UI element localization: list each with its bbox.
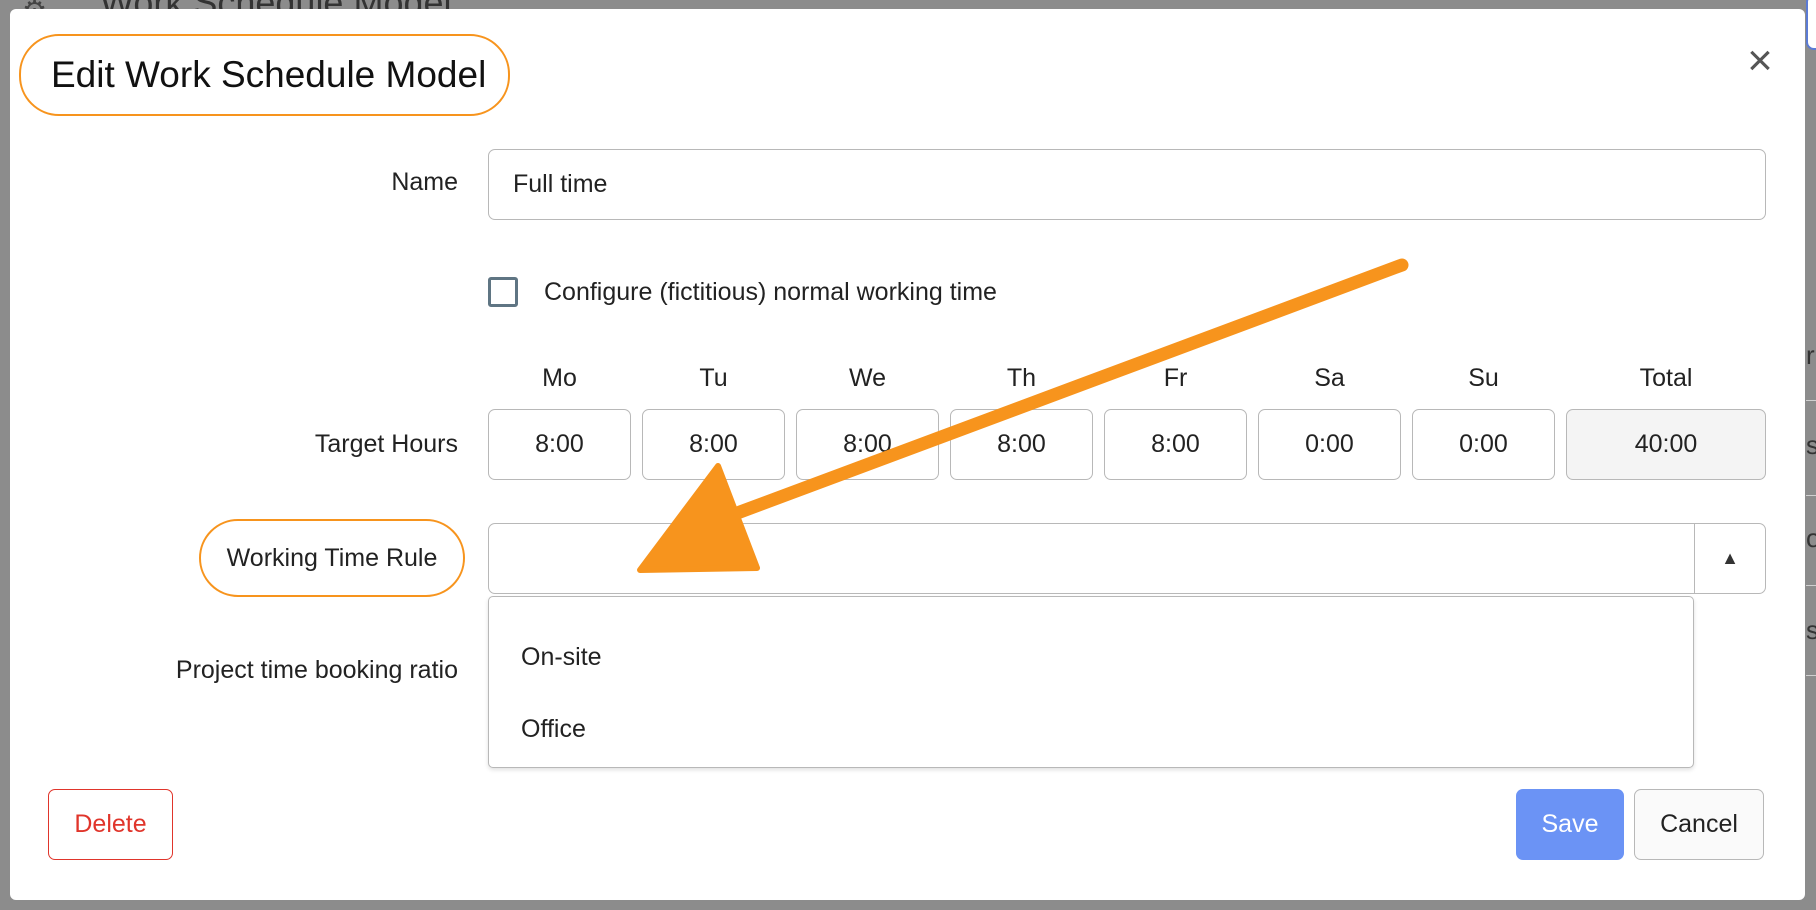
background-button-edge	[1806, 0, 1816, 50]
name-field[interactable]: Full time	[488, 149, 1766, 220]
title-highlight: Edit Work Schedule Model	[19, 34, 511, 116]
hours-total: 40:00	[1566, 409, 1766, 480]
day-header-tu: Tu	[699, 364, 728, 392]
working-time-rule-dropdown: On-site Office	[488, 596, 1694, 768]
day-header-su: Su	[1468, 364, 1499, 392]
background-divider	[1806, 585, 1816, 586]
day-header-total: Total	[1639, 364, 1693, 392]
close-icon[interactable]: ×	[1740, 39, 1780, 83]
dropdown-option-on-site[interactable]: On-site	[521, 643, 602, 672]
delete-button[interactable]: Delete	[48, 789, 173, 860]
day-header-mo: Mo	[542, 364, 577, 392]
background-text-fragment: o	[1806, 523, 1816, 553]
hours-input-mo[interactable]: 8:00	[488, 409, 631, 480]
background-text-fragment: s	[1806, 430, 1816, 460]
cancel-button[interactable]: Cancel	[1634, 789, 1764, 860]
hours-input-su[interactable]: 0:00	[1412, 409, 1555, 480]
caret-up-icon[interactable]: ▲	[1694, 524, 1765, 593]
background-divider	[1806, 495, 1816, 496]
dialog-title: Edit Work Schedule Model	[51, 54, 487, 95]
day-header-sa: Sa	[1314, 364, 1345, 392]
hours-input-sa[interactable]: 0:00	[1258, 409, 1401, 480]
hours-input-tu[interactable]: 8:00	[642, 409, 785, 480]
checkbox-label[interactable]: Configure (fictitious) normal working ti…	[544, 278, 997, 307]
background-text-fragment: rl	[1806, 340, 1816, 370]
working-time-rule-select[interactable]: ▲	[488, 523, 1766, 594]
day-header-fr: Fr	[1163, 364, 1188, 392]
edit-work-schedule-dialog: Edit Work Schedule Model × Name Full tim…	[10, 9, 1805, 900]
working-time-rule-highlight: Working Time Rule	[199, 519, 465, 597]
dropdown-option-office[interactable]: Office	[521, 715, 586, 744]
hours-input-we[interactable]: 8:00	[796, 409, 939, 480]
day-header-we: We	[848, 364, 887, 392]
day-header-th: Th	[1006, 364, 1037, 392]
save-button[interactable]: Save	[1516, 789, 1624, 860]
background-divider	[1806, 400, 1816, 401]
working-time-rule-label: Working Time Rule	[226, 543, 438, 572]
normal-working-time-checkbox[interactable]	[488, 277, 518, 307]
background-text-fragment: s	[1806, 615, 1816, 645]
target-hours-label: Target Hours	[314, 430, 458, 458]
hours-input-fr[interactable]: 8:00	[1104, 409, 1247, 480]
name-label: Name	[391, 168, 458, 196]
background-divider	[1806, 675, 1816, 676]
name-value: Full time	[513, 170, 608, 198]
hours-input-th[interactable]: 8:00	[950, 409, 1093, 480]
project-ratio-label: Project time booking ratio	[175, 656, 458, 684]
